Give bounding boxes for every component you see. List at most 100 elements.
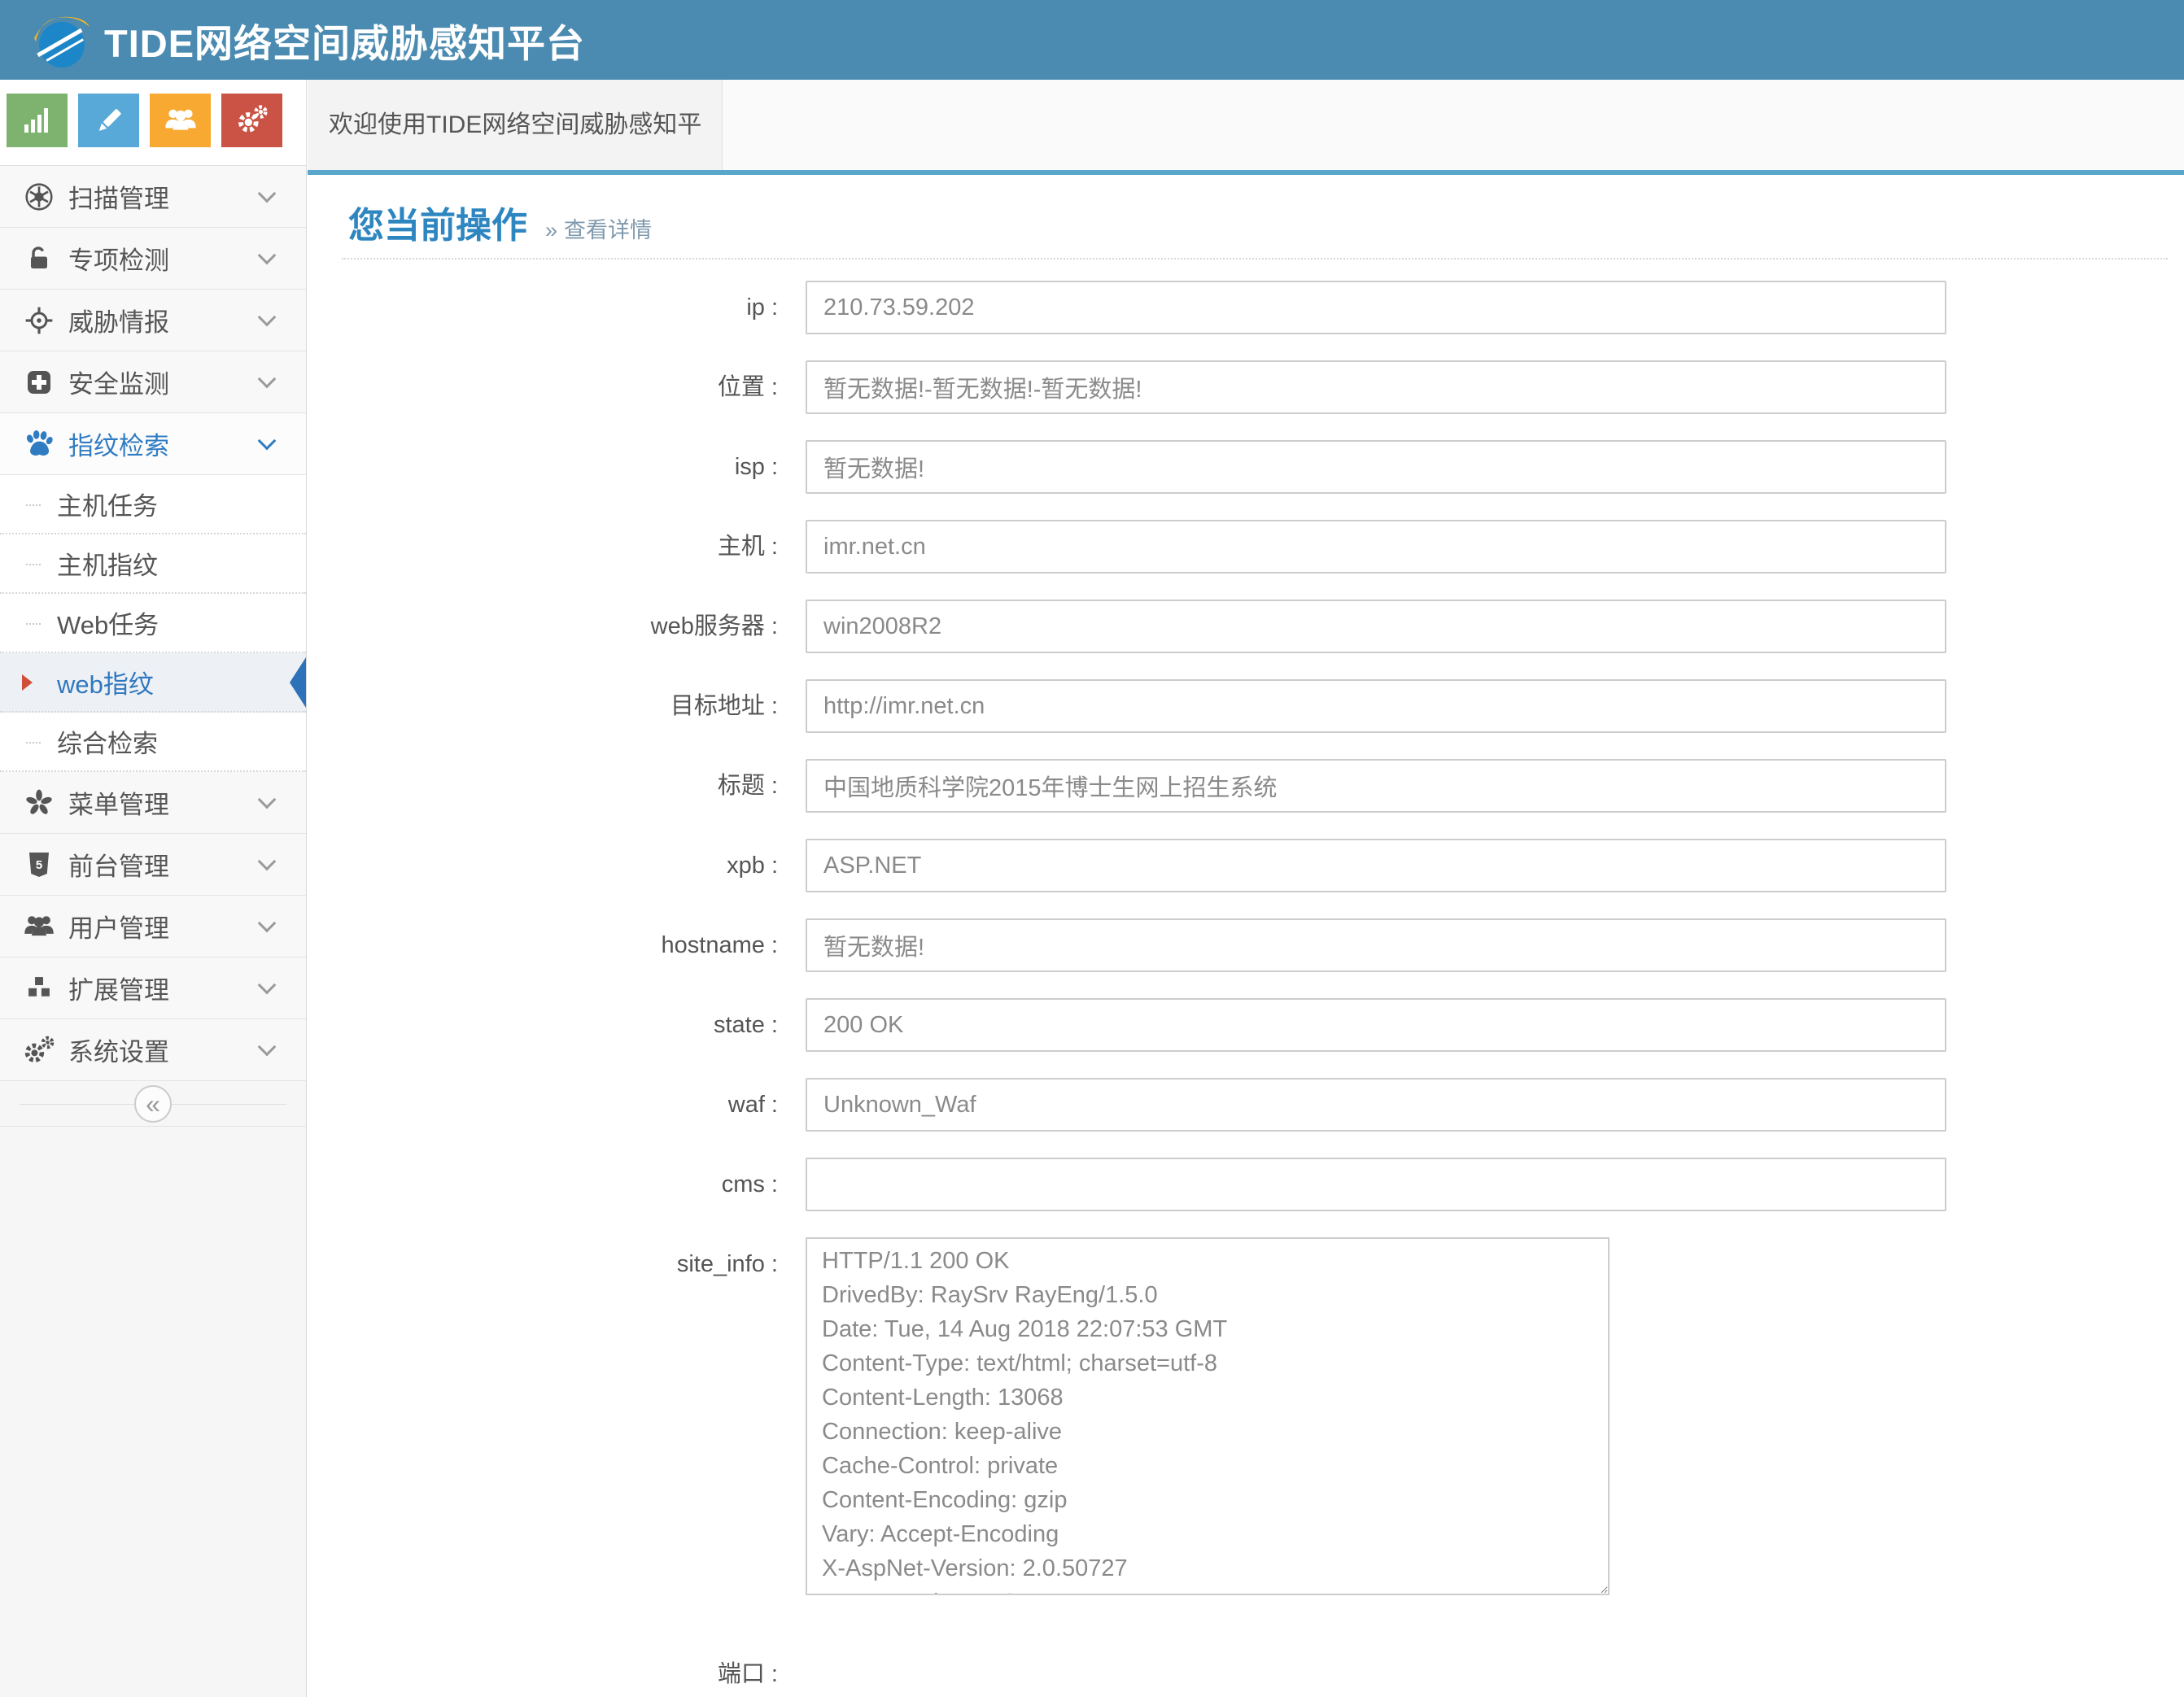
form-row: hostname :	[308, 918, 2184, 972]
fingerprint-submenu: 主机任务 主机指纹 Web任务 web指纹 综合检索	[0, 475, 306, 772]
ip-field[interactable]	[806, 281, 1946, 334]
hostname-label: hostname :	[308, 918, 778, 972]
chevron-down-icon	[258, 1038, 277, 1057]
scan-wheel-icon	[23, 181, 55, 212]
sidebar-item-fingerprint[interactable]: 指纹检索	[0, 413, 306, 475]
edit-button[interactable]	[78, 94, 139, 147]
paw-icon	[23, 428, 55, 460]
xpb-field[interactable]	[806, 839, 1946, 892]
location-label: 位置 :	[308, 360, 778, 414]
sidebar-collapse-button[interactable]: «	[134, 1085, 172, 1123]
tree-stub	[26, 623, 41, 625]
sidebar-item-threat[interactable]: 威胁情报	[0, 290, 306, 351]
form-row: xpb :	[308, 839, 2184, 892]
isp-field[interactable]	[806, 440, 1946, 494]
cubes-icon	[23, 973, 55, 1004]
sidebar-subitem-combined-search[interactable]: 综合检索	[0, 713, 306, 772]
sidebar-item-menu[interactable]: 菜单管理	[0, 772, 306, 834]
host-label: 主机 :	[308, 520, 778, 574]
sidebar-item-label: 用户管理	[68, 908, 169, 944]
tab-bar: 欢迎使用TIDE网络空间威胁感知平台	[308, 80, 2184, 175]
svg-text:5: 5	[36, 858, 42, 872]
cms-label: cms :	[308, 1158, 778, 1211]
gears-icon	[23, 1034, 55, 1066]
site-info-field[interactable]: HTTP/1.1 200 OK DrivedBy: RaySrv RayEng/…	[806, 1237, 1610, 1595]
page-head: 您当前操作 »查看详情	[348, 196, 2184, 242]
title-label: 标题 :	[308, 759, 778, 813]
sidebar-item-system[interactable]: 系统设置	[0, 1019, 306, 1081]
form-row: site_info : HTTP/1.1 200 OK DrivedBy: Ra…	[308, 1237, 2184, 1595]
waf-field[interactable]	[806, 1078, 1946, 1132]
ip-label: ip :	[308, 281, 778, 334]
users-icon	[23, 910, 55, 943]
sidebar-item-label: 指纹检索	[68, 425, 169, 462]
state-field[interactable]	[806, 998, 1946, 1052]
chevron-down-icon	[258, 976, 277, 995]
dashboard-button[interactable]	[7, 94, 68, 147]
sidebar-item-scan[interactable]: 扫描管理	[0, 166, 306, 228]
hostname-field[interactable]	[806, 918, 1946, 972]
plus-square-icon	[23, 368, 55, 397]
form-row: state :	[308, 998, 2184, 1052]
users-icon	[164, 103, 198, 137]
settings-button[interactable]	[221, 94, 282, 147]
chevron-down-icon	[258, 432, 277, 451]
form-row: web服务器 :	[308, 600, 2184, 653]
sidebar-item-label: 前台管理	[68, 846, 169, 883]
gears-icon	[235, 103, 269, 137]
target-url-field[interactable]	[806, 679, 1946, 733]
sidebar-item-label: 扩展管理	[68, 970, 169, 1006]
users-button[interactable]	[150, 94, 211, 147]
sidebar-subitem-host-task[interactable]: 主机任务	[0, 475, 306, 534]
sidebar-subitem-host-fingerprint[interactable]: 主机指纹	[0, 534, 306, 594]
bar-chart-icon	[24, 108, 50, 133]
toolbar	[0, 80, 307, 166]
form-row: waf :	[308, 1078, 2184, 1132]
tab-welcome[interactable]: 欢迎使用TIDE网络空间威胁感知平台	[308, 80, 723, 170]
sidebar: 扫描管理 专项检测 威胁情报	[0, 166, 307, 1697]
webserver-label: web服务器 :	[308, 600, 778, 653]
chevron-down-icon	[258, 853, 277, 871]
sidebar-item-monitor[interactable]: 安全监测	[0, 351, 306, 413]
sidebar-collapse-strip: «	[0, 1081, 306, 1127]
pencil-icon	[93, 104, 125, 137]
sidebar-subitem-web-task[interactable]: Web任务	[0, 594, 306, 653]
chevron-down-icon	[258, 791, 277, 809]
port-label: 端口 :	[308, 1647, 778, 1701]
target-url-label: 目标地址 :	[308, 679, 778, 733]
page-title: 您当前操作	[348, 196, 527, 248]
form-row: cms :	[308, 1158, 2184, 1211]
cms-field[interactable]	[806, 1158, 1946, 1211]
breadcrumb-separator: »	[545, 218, 557, 242]
webserver-field[interactable]	[806, 600, 1946, 653]
form-row: 标题 :	[308, 759, 2184, 813]
tree-stub	[26, 742, 41, 744]
tide-logo	[29, 7, 93, 72]
detail-form: ip : 位置 : isp : 主机 : web服务器 : 目标地址 : 标题 …	[308, 281, 2184, 1701]
isp-label: isp :	[308, 440, 778, 494]
title-field[interactable]	[806, 759, 1946, 813]
form-row: ip :	[308, 281, 2184, 334]
breadcrumb-label: 查看详情	[564, 218, 652, 242]
sidebar-item-frontend[interactable]: 5 前台管理	[0, 834, 306, 896]
chevron-down-icon	[258, 246, 277, 265]
app-header: TIDE网络空间威胁感知平台	[0, 0, 2184, 80]
location-field[interactable]	[806, 360, 1946, 414]
host-field[interactable]	[806, 520, 1946, 574]
form-row: 位置 :	[308, 360, 2184, 414]
main-content: 您当前操作 » 查看详情 ip : 位置 : isp : 主机 : web服务器 …	[308, 175, 2184, 1697]
sidebar-item-label: 系统设置	[68, 1032, 169, 1068]
burst-icon	[23, 787, 55, 818]
sidebar-item-extension[interactable]: 扩展管理	[0, 957, 306, 1019]
sidebar-subitem-web-fingerprint[interactable]: web指纹	[0, 653, 306, 713]
sidebar-item-user[interactable]: 用户管理	[0, 896, 306, 957]
form-row: isp :	[308, 440, 2184, 494]
sidebar-item-label: 扫描管理	[68, 178, 169, 215]
form-row: 端口 :	[308, 1647, 2184, 1701]
chevron-down-icon	[258, 914, 277, 933]
xpb-label: xpb :	[308, 839, 778, 892]
state-label: state :	[308, 998, 778, 1052]
sidebar-item-special[interactable]: 专项检测	[0, 228, 306, 290]
form-row: 主机 :	[308, 520, 2184, 574]
sidebar-item-label: 安全监测	[68, 364, 169, 400]
